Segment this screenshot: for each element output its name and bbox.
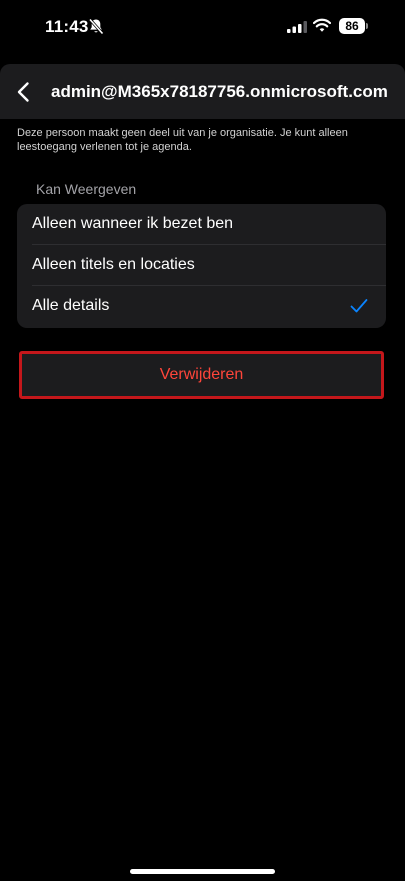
delete-button-label: Verwijderen <box>159 366 244 383</box>
option-titles-locations[interactable]: Alleen titels en locaties <box>17 245 386 286</box>
option-label: Alleen wanneer ik bezet ben <box>32 215 234 232</box>
wifi-icon <box>313 18 331 32</box>
navigation-bar: admin@M365x78187756.onmicrosoft.com <box>0 64 405 119</box>
delete-button[interactable]: Verwijderen <box>19 351 384 399</box>
section-header: Kan Weergeven <box>36 181 137 197</box>
bell-slash-icon <box>88 18 104 35</box>
status-time: 11:43 <box>45 17 89 36</box>
option-all-details[interactable]: Alle details <box>17 286 386 328</box>
option-busy-only[interactable]: Alleen wanneer ik bezet ben <box>17 204 386 245</box>
permission-sheet: admin@M365x78187756.onmicrosoft.com Deze… <box>0 64 405 881</box>
page-title: admin@M365x78187756.onmicrosoft.com <box>51 82 388 101</box>
battery-cap <box>366 23 368 29</box>
info-text: Deze persoon maakt geen deel uit van je … <box>17 127 348 153</box>
option-label: Alleen titels en locaties <box>32 256 195 273</box>
status-bar: 11:43 86 <box>0 0 405 60</box>
battery-level: 86 <box>339 18 365 34</box>
permission-options: Alleen wanneer ik bezet ben Alleen titel… <box>17 204 386 328</box>
battery-icon: 86 <box>339 18 369 34</box>
signal-icon <box>287 21 307 33</box>
chevron-left-icon[interactable] <box>10 78 38 106</box>
option-label: Alle details <box>32 297 110 314</box>
home-indicator[interactable] <box>130 869 275 874</box>
checkmark-icon <box>350 299 368 313</box>
